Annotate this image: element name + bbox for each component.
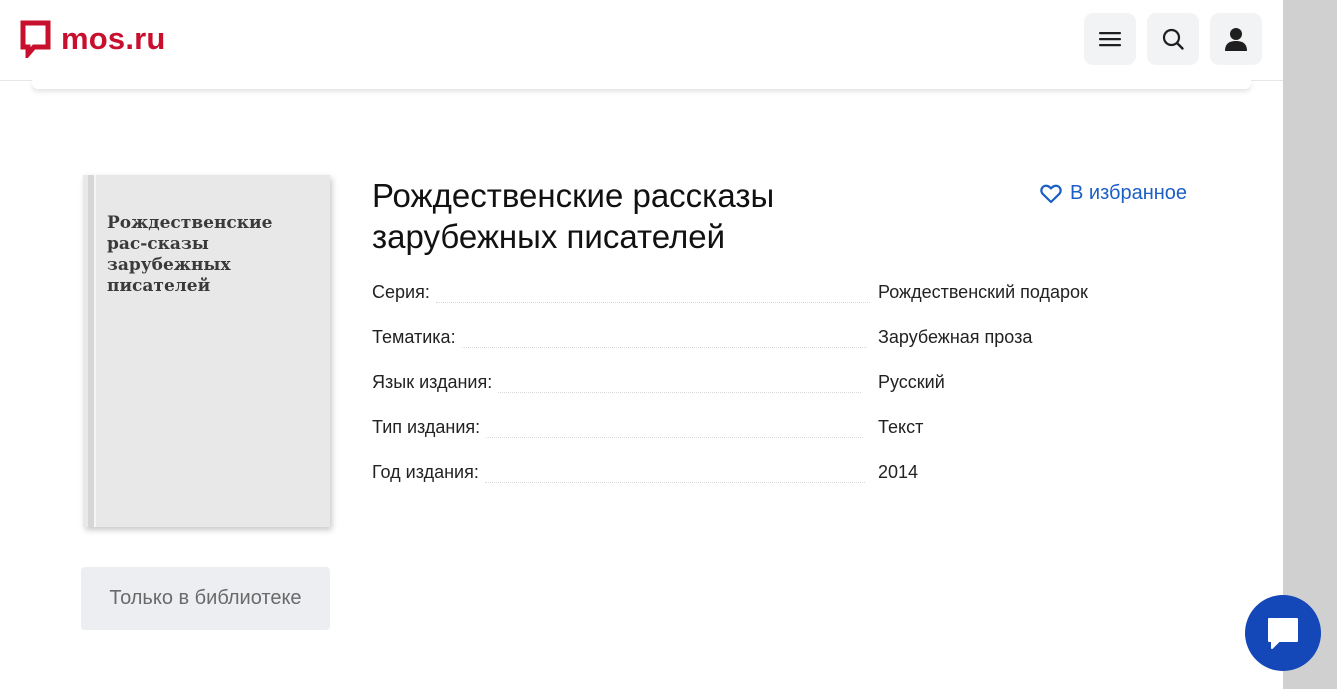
header-dropdown-panel — [32, 80, 1251, 89]
property-value: Текст — [878, 417, 924, 437]
property-value: 2014 — [878, 462, 919, 482]
user-icon — [1223, 26, 1249, 52]
hamburger-icon — [1098, 29, 1122, 49]
property-row-topic: Тематика: Зарубежная проза — [372, 323, 1232, 368]
property-key: Язык издания: — [372, 372, 493, 392]
site-header: mos.ru — [0, 0, 1283, 81]
dotted-leader — [435, 278, 870, 303]
menu-button[interactable] — [1084, 13, 1136, 65]
user-account-button[interactable] — [1210, 13, 1262, 65]
property-row-year: Год издания: 2014 — [372, 458, 1232, 503]
book-properties-list: Серия: Рождественский подарок Тематика: … — [372, 278, 1232, 503]
chat-icon — [1265, 615, 1301, 651]
logo-text: mos.ru — [61, 21, 166, 56]
dotted-leader — [486, 413, 864, 438]
only-in-library-button[interactable]: Только в библиотеке — [81, 567, 330, 630]
property-row-language: Язык издания: Русский — [372, 368, 1232, 413]
property-row-edition-type: Тип издания: Текст — [372, 413, 1232, 458]
dotted-leader — [484, 458, 865, 483]
page-scrollbar[interactable] — [1283, 0, 1337, 689]
logo-link[interactable]: mos.ru — [20, 20, 166, 58]
property-row-series: Серия: Рождественский подарок — [372, 278, 1232, 323]
property-key: Тематика: — [372, 327, 456, 347]
heart-icon — [1040, 184, 1062, 204]
dotted-leader — [461, 323, 867, 348]
property-value: Рождественский подарок — [878, 282, 1088, 302]
search-icon — [1161, 27, 1185, 51]
book-cover: Рождественские рас-сказы зарубежных писа… — [83, 175, 330, 527]
add-to-favorites-label: В избранное — [1070, 182, 1188, 204]
property-value: Зарубежная проза — [878, 327, 1033, 347]
property-value: Русский — [878, 372, 945, 392]
page: mos.ru Рождественские рас-сказы зарубежн… — [0, 0, 1283, 689]
logo-speech-bubble-icon — [20, 20, 51, 58]
add-to-favorites-button[interactable]: В избранное — [1040, 182, 1187, 205]
search-button[interactable] — [1147, 13, 1199, 65]
book-cover-spine — [88, 175, 96, 527]
chat-button[interactable] — [1245, 595, 1321, 671]
book-cover-title: Рождественские рас-сказы зарубежных писа… — [107, 213, 273, 296]
property-key: Серия: — [372, 282, 430, 302]
book-title: Рождественские рассказы зарубежных писат… — [372, 177, 775, 255]
dotted-leader — [498, 368, 862, 393]
property-key: Год издания: — [372, 462, 479, 482]
property-key: Тип издания: — [372, 417, 481, 437]
